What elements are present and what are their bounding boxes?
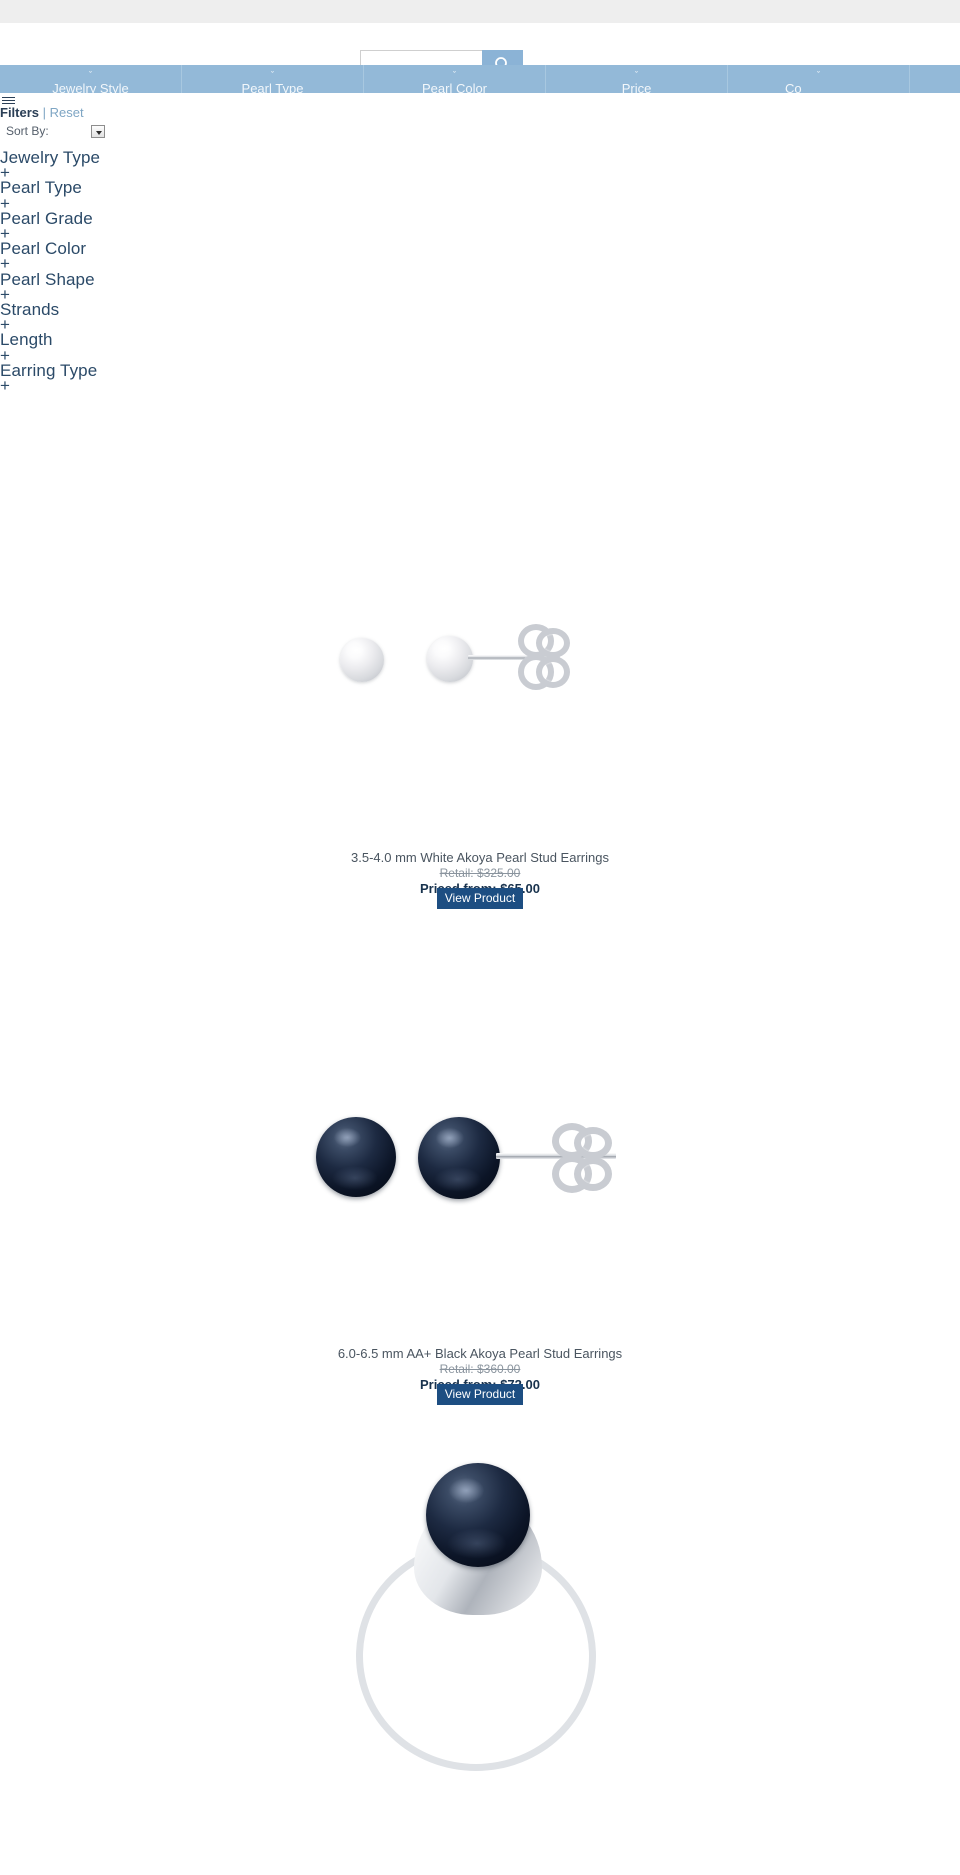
product-image[interactable] [0,961,960,1346]
product-card[interactable]: 6.0-6.5 mm AA+ Black Akoya Pearl Stud Ea… [0,961,960,1405]
filters-label: Filters [0,105,40,120]
filter-sidebar: Filters | Reset Sort By: Jewelry Type + … [0,93,130,394]
pearl-graphic [316,1116,396,1197]
nav-item-pearl-color[interactable]: ˇ Pearl Color [364,65,546,93]
facet-earring-type[interactable]: Earring Type + [0,360,130,394]
pearl-graphic [427,636,473,682]
primary-nav: ˇ Jewelry Style ˇ Pearl Type ˇ Pearl Col… [0,65,960,93]
facet-pearl-color[interactable]: Pearl Color + [0,239,130,272]
nav-item-collections[interactable]: ˇ Co [728,65,910,93]
chevron-down-icon: ˇ [635,70,638,80]
chevron-down-icon: ˇ [817,70,820,80]
sort-by-label: Sort By: [6,124,49,138]
facet-label: Jewelry Type [0,148,101,167]
product-retail-price: Retail: $325.00 [439,866,521,880]
sort-by-row: Sort By: [0,124,130,138]
nav-label: Price [621,81,652,93]
filters-header: Filters | Reset [0,106,130,120]
earring-back-graphic [548,1122,620,1195]
chevron-down-icon: ˇ [89,70,92,80]
facet-label: Earring Type [0,360,98,380]
nav-item-pearl-type[interactable]: ˇ Pearl Type [182,65,364,93]
earring-back-graphic [512,622,574,692]
expand-icon[interactable]: + [0,377,130,394]
product-title: 6.0-6.5 mm AA+ Black Akoya Pearl Stud Ea… [337,1346,623,1361]
facet-length[interactable]: Length + [0,330,130,363]
sort-by-select[interactable] [90,124,105,138]
product-retail-price: Retail: $360.00 [439,1362,521,1376]
facet-label: Pearl Color [0,239,87,259]
search-row [0,23,960,79]
facet-label: Strands [0,300,60,320]
facet-label: Pearl Shape [0,269,95,289]
chevron-down-icon: ˇ [453,70,456,80]
nav-label: Co [785,81,802,93]
product-card[interactable]: 3.5-4.0 mm White Akoya Pearl Stud Earrin… [0,470,960,909]
product-card[interactable] [0,1445,960,1775]
nav-label: Pearl Type [241,81,304,93]
nav-label: Pearl Color [421,81,488,93]
facet-list: Jewelry Type + Pearl Type + Pearl Grade … [0,148,130,394]
chevron-down-icon: ˇ [271,70,274,80]
facet-label: Pearl Type [0,178,82,198]
facet-jewelry-type[interactable]: Jewelry Type + [0,148,130,181]
facet-pearl-type[interactable]: Pearl Type + [0,178,130,211]
nav-label: Jewelry Style [52,81,129,93]
view-product-button[interactable]: View Product [436,888,524,909]
hamburger-icon[interactable] [2,97,15,104]
pearl-graphic [426,1463,530,1567]
product-image[interactable] [0,1445,960,1775]
filters-separator: | [42,105,47,120]
facet-label: Length [0,330,53,350]
product-image[interactable] [0,470,960,850]
nav-item-price[interactable]: ˇ Price [546,65,728,93]
view-product-button[interactable]: View Product [436,1384,524,1405]
product-title: 3.5-4.0 mm White Akoya Pearl Stud Earrin… [351,850,609,865]
nav-item-jewelry-style[interactable]: ˇ Jewelry Style [0,65,182,93]
facet-pearl-shape[interactable]: Pearl Shape + [0,269,130,303]
top-strip [0,0,960,23]
facet-pearl-grade[interactable]: Pearl Grade + [0,208,130,242]
facet-label: Pearl Grade [0,208,93,228]
product-grid: 3.5-4.0 mm White Akoya Pearl Stud Earrin… [0,470,960,1775]
pearl-graphic [418,1116,500,1199]
reset-filters-link[interactable]: Reset [50,105,84,120]
pearl-graphic [340,638,384,682]
facet-strands[interactable]: Strands + [0,300,130,333]
